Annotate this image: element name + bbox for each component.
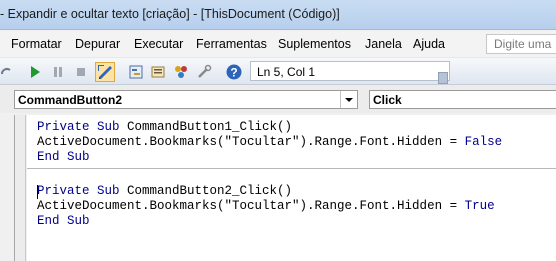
code-line: End Sub (37, 214, 90, 228)
code-keyword: False (464, 135, 503, 149)
redo-icon[interactable] (0, 64, 16, 80)
code-text: ActiveDocument.Bookmarks("Tocultar").Ran… (37, 199, 465, 213)
stop-icon[interactable] (73, 64, 89, 80)
code-keyword: True (464, 199, 495, 213)
toolbox-icon[interactable] (196, 64, 212, 80)
code-line: Private Sub CommandButton1_Click() (37, 120, 292, 134)
object-combo-dropdown-icon[interactable] (340, 91, 357, 108)
code-text: ActiveDocument.Bookmarks("Tocultar").Ran… (37, 135, 465, 149)
code-keyword: Private Sub (37, 184, 120, 198)
code-editor[interactable]: Private Sub CommandButton1_Click() Activ… (27, 115, 556, 261)
code-keyword: End Sub (37, 150, 90, 164)
title-bar: - Expandir e ocultar texto [criação] - [… (0, 0, 556, 30)
project-explorer-icon[interactable] (128, 64, 144, 80)
menu-formatar[interactable]: Formatar (11, 37, 62, 51)
ask-question-box[interactable]: Digite uma (486, 34, 556, 54)
procedure-separator (27, 168, 556, 169)
code-text: CommandButton2_Click() (119, 184, 293, 198)
text-caret (37, 185, 38, 199)
code-keyword: End Sub (37, 214, 90, 228)
design-mode-button[interactable] (95, 62, 115, 82)
menu-bar: Formatar Depurar Executar Ferramentas Su… (0, 31, 556, 57)
svg-text:?: ? (230, 66, 237, 80)
code-keyword: Private Sub (37, 120, 120, 134)
code-text: CommandButton1_Click() (119, 120, 293, 134)
run-icon[interactable] (27, 64, 43, 80)
menu-ajuda[interactable]: Ajuda (413, 37, 445, 51)
code-line: Private Sub CommandButton2_Click() (37, 184, 292, 198)
design-mode-icon (98, 65, 112, 79)
window-title: - Expandir e ocultar texto [criação] - [… (0, 7, 340, 21)
menu-ferramentas[interactable]: Ferramentas (196, 37, 267, 51)
margin-indicator-bar[interactable] (14, 115, 26, 261)
pause-icon[interactable] (50, 64, 66, 80)
object-combo-value: CommandButton2 (18, 93, 122, 107)
standard-toolbar: ? Ln 5, Col 1 (0, 57, 556, 85)
cursor-position: Ln 5, Col 1 (257, 65, 316, 79)
procedure-combo-value: Click (373, 93, 402, 107)
procedure-combo[interactable]: Click (369, 90, 556, 109)
menu-depurar[interactable]: Depurar (75, 37, 120, 51)
object-combo[interactable]: CommandButton2 (14, 90, 358, 109)
ask-question-placeholder: Digite uma (494, 37, 552, 51)
cursor-position-box: Ln 5, Col 1 (250, 61, 450, 81)
code-window: Private Sub CommandButton1_Click() Activ… (0, 113, 556, 261)
code-line: End Sub (37, 150, 90, 164)
toolbar-overflow-button[interactable] (438, 72, 448, 84)
code-line: ActiveDocument.Bookmarks("Tocultar").Ran… (37, 135, 502, 149)
object-browser-icon[interactable] (173, 64, 189, 80)
code-line: ActiveDocument.Bookmarks("Tocultar").Ran… (37, 199, 495, 213)
help-icon[interactable]: ? (226, 64, 242, 80)
code-combo-row: CommandButton2 Click (0, 85, 556, 113)
menu-executar[interactable]: Executar (134, 37, 183, 51)
properties-icon[interactable] (150, 64, 166, 80)
menu-janela[interactable]: Janela (365, 37, 402, 51)
menu-suplementos[interactable]: Suplementos (278, 37, 351, 51)
